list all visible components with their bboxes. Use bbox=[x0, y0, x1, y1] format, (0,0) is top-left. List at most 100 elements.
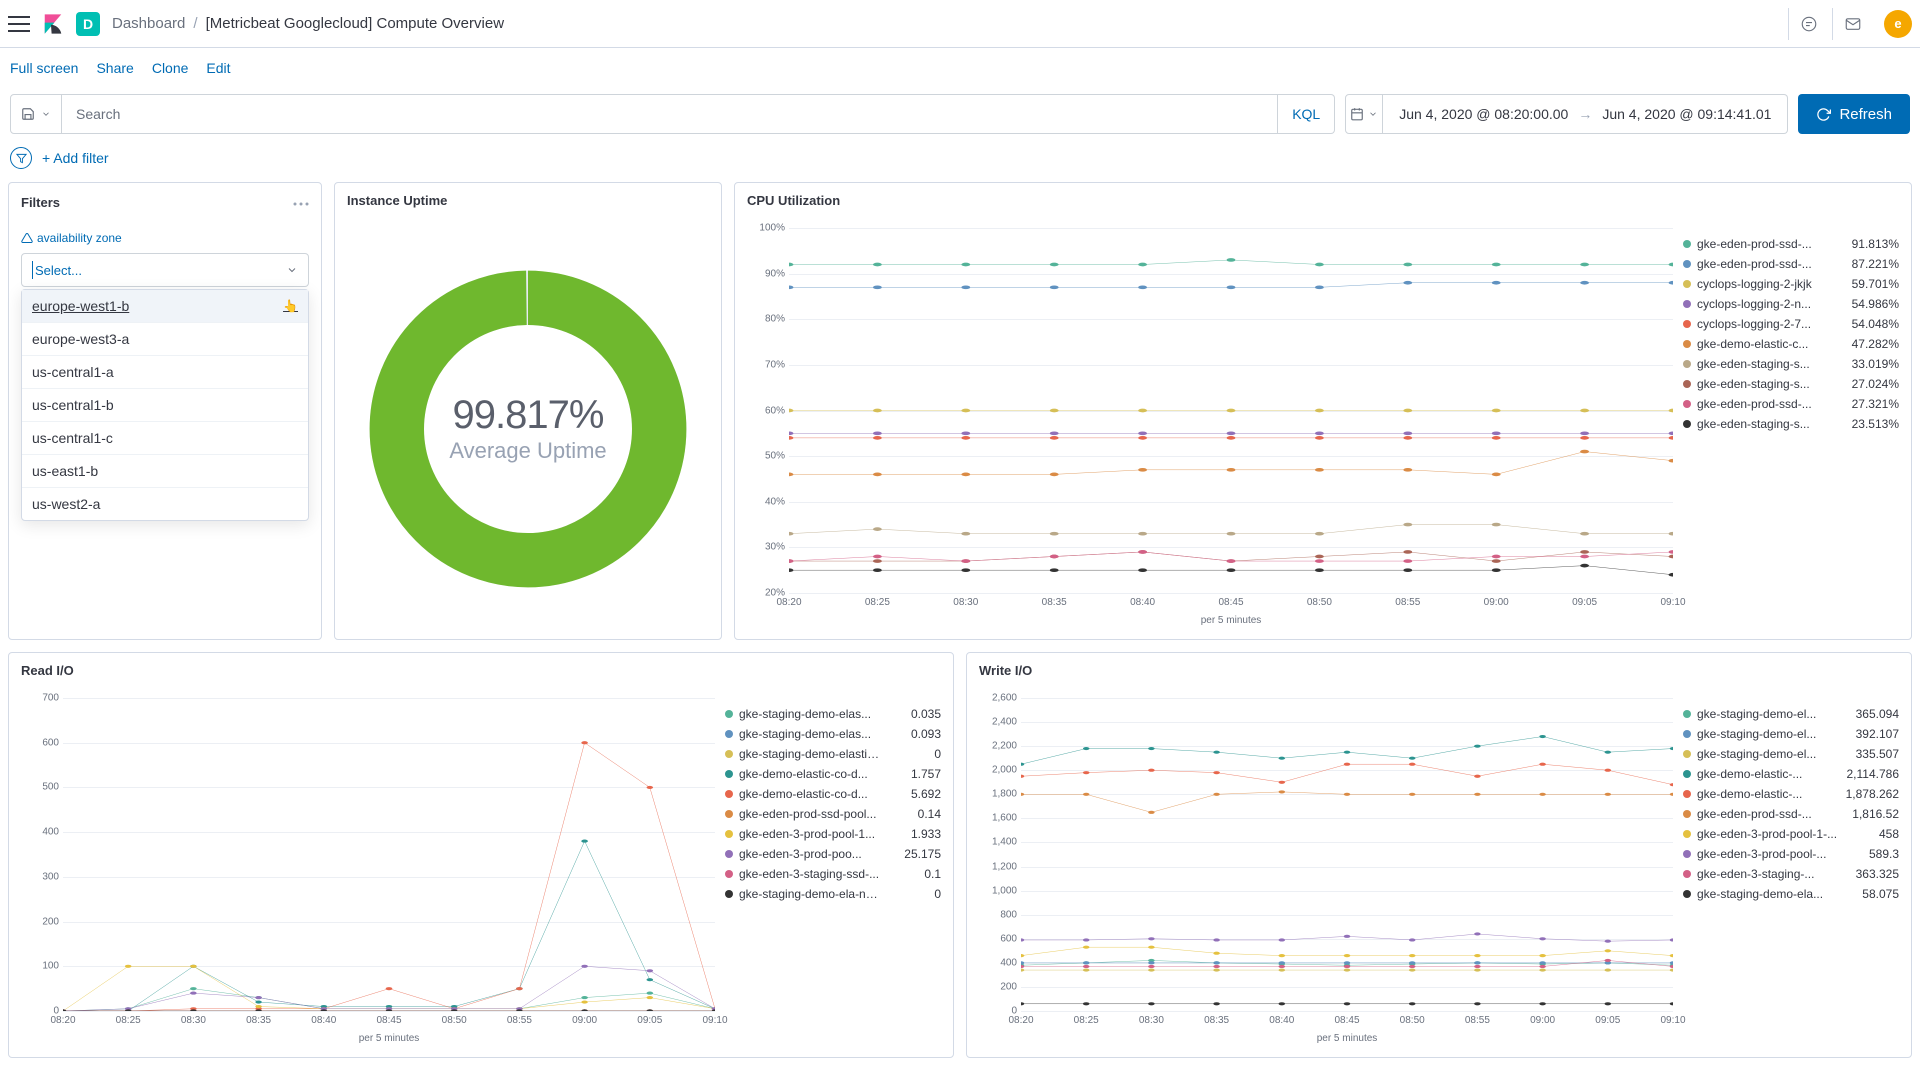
panel-title: Instance Uptime bbox=[347, 193, 447, 208]
legend-item[interactable]: gke-demo-elastic-co-d...5.692 bbox=[725, 784, 941, 804]
legend-item[interactable]: gke-eden-prod-ssd-...91.813% bbox=[1683, 234, 1899, 254]
filters-panel: Filters availability zone Select... euro… bbox=[8, 182, 322, 640]
legend-item[interactable]: gke-staging-demo-elastic-d...0 bbox=[725, 744, 941, 764]
avatar[interactable]: e bbox=[1884, 10, 1912, 38]
dropdown-option[interactable]: europe-west3-a bbox=[22, 323, 308, 356]
clone-link[interactable]: Clone bbox=[152, 60, 189, 76]
legend-dot bbox=[725, 710, 733, 718]
mail-icon[interactable] bbox=[1832, 8, 1872, 40]
legend-item[interactable]: gke-staging-demo-el...335.507 bbox=[1683, 744, 1899, 764]
legend-item[interactable]: gke-staging-demo-elas...0.093 bbox=[725, 724, 941, 744]
legend-dot bbox=[1683, 340, 1691, 348]
legend-item[interactable]: gke-staging-demo-el...365.094 bbox=[1683, 704, 1899, 724]
legend-name: gke-demo-elastic-c... bbox=[1697, 337, 1841, 351]
dropdown-option[interactable]: europe-west1-b 👆 bbox=[22, 290, 308, 323]
panel-options-icon[interactable] bbox=[293, 193, 309, 211]
readio-panel: Read I/O 7006005004003002001000 08:2008:… bbox=[8, 652, 954, 1058]
legend-item[interactable]: gke-demo-elastic-...2,114.786 bbox=[1683, 764, 1899, 784]
legend-item[interactable]: gke-eden-prod-ssd-pool...0.14 bbox=[725, 804, 941, 824]
legend-item[interactable]: gke-eden-prod-ssd-...1,816.52 bbox=[1683, 804, 1899, 824]
add-filter-button[interactable]: + Add filter bbox=[42, 150, 109, 166]
legend-dot bbox=[725, 750, 733, 758]
breadcrumb-root[interactable]: Dashboard bbox=[112, 15, 185, 32]
legend-name: gke-eden-3-staging-... bbox=[1697, 867, 1841, 881]
dropdown-option[interactable]: us-east1-b bbox=[22, 455, 308, 488]
cpu-chart[interactable]: 100%90%80%70%60%50%40%30%20% bbox=[747, 228, 1673, 593]
app-badge[interactable]: D bbox=[76, 12, 100, 36]
dropdown-option[interactable]: us-west2-a bbox=[22, 488, 308, 520]
legend-item[interactable]: gke-staging-demo-ela...58.075 bbox=[1683, 884, 1899, 904]
legend-name: gke-demo-elastic-... bbox=[1697, 787, 1840, 801]
writeio-chart[interactable]: 2,6002,4002,2002,0001,8001,6001,4001,200… bbox=[979, 698, 1673, 1011]
legend-value: 87.221% bbox=[1847, 257, 1899, 271]
chevron-down-icon bbox=[286, 264, 298, 276]
legend-name: gke-eden-3-prod-pool-... bbox=[1697, 847, 1841, 861]
legend-dot bbox=[725, 730, 733, 738]
readio-chart[interactable]: 7006005004003002001000 bbox=[21, 698, 715, 1011]
legend-dot bbox=[1683, 300, 1691, 308]
legend-item[interactable]: gke-staging-demo-ela-nap-...0 bbox=[725, 884, 941, 904]
filter-toggle-icon[interactable] bbox=[10, 147, 32, 169]
legend-dot bbox=[1683, 750, 1691, 758]
legend-name: cyclops-logging-2-7... bbox=[1697, 317, 1841, 331]
share-link[interactable]: Share bbox=[96, 60, 133, 76]
legend-item[interactable]: gke-eden-3-prod-pool-...589.3 bbox=[1683, 844, 1899, 864]
refresh-button[interactable]: Refresh bbox=[1798, 94, 1910, 134]
legend-name: gke-staging-demo-elas... bbox=[739, 727, 883, 741]
calendar-button[interactable] bbox=[1345, 94, 1383, 134]
legend-value: 0 bbox=[889, 747, 941, 761]
date-range[interactable]: Jun 4, 2020 @ 08:20:00.00 → Jun 4, 2020 … bbox=[1383, 94, 1788, 134]
date-to: Jun 4, 2020 @ 09:14:41.01 bbox=[1602, 106, 1771, 122]
legend-dot bbox=[1683, 320, 1691, 328]
legend-item[interactable]: gke-eden-staging-s...33.019% bbox=[1683, 354, 1899, 374]
tag-icon bbox=[21, 232, 33, 244]
legend-item[interactable]: gke-demo-elastic-co-d... 1.757 bbox=[725, 764, 941, 784]
dropdown-option[interactable]: us-central1-a bbox=[22, 356, 308, 389]
legend-name: gke-eden-3-staging-ssd-... bbox=[739, 867, 883, 881]
legend-dot bbox=[725, 850, 733, 858]
legend-name: gke-demo-elastic-co-d... bbox=[739, 767, 883, 781]
legend-value: 1.757 bbox=[889, 767, 941, 781]
legend-value: 0 bbox=[889, 887, 941, 901]
legend-item[interactable]: cyclops-logging-2-n...54.986% bbox=[1683, 294, 1899, 314]
menu-icon[interactable] bbox=[8, 15, 30, 33]
legend-item[interactable]: gke-staging-demo-elas...0.035 bbox=[725, 704, 941, 724]
feedback-icon[interactable] bbox=[1788, 8, 1828, 40]
legend-name: gke-demo-elastic-... bbox=[1697, 767, 1841, 781]
legend-dot bbox=[1683, 810, 1691, 818]
dropdown-option[interactable]: us-central1-c bbox=[22, 422, 308, 455]
legend-item[interactable]: gke-eden-3-prod-pool-1-...458 bbox=[1683, 824, 1899, 844]
kibana-logo-icon[interactable] bbox=[42, 13, 64, 35]
saved-query-button[interactable] bbox=[10, 94, 62, 134]
legend-item[interactable]: gke-staging-demo-el...392.107 bbox=[1683, 724, 1899, 744]
readio-legend: gke-staging-demo-elas...0.035gke-staging… bbox=[725, 698, 941, 1047]
legend-item[interactable]: cyclops-logging-2-jkjk59.701% bbox=[1683, 274, 1899, 294]
legend-item[interactable]: gke-eden-3-prod-pool-1...1.933 bbox=[725, 824, 941, 844]
legend-item[interactable]: cyclops-logging-2-7...54.048% bbox=[1683, 314, 1899, 334]
legend-item[interactable]: gke-eden-staging-s...27.024% bbox=[1683, 374, 1899, 394]
breadcrumb: Dashboard / [Metricbeat Googlecloud] Com… bbox=[112, 15, 504, 32]
fullscreen-link[interactable]: Full screen bbox=[10, 60, 78, 76]
legend-item[interactable]: gke-eden-3-staging-...363.325 bbox=[1683, 864, 1899, 884]
search-input[interactable]: Search bbox=[62, 94, 1278, 134]
legend-name: gke-staging-demo-elas... bbox=[739, 707, 883, 721]
legend-item[interactable]: gke-eden-3-staging-ssd-...0.1 bbox=[725, 864, 941, 884]
legend-item[interactable]: gke-eden-staging-s...23.513% bbox=[1683, 414, 1899, 434]
edit-link[interactable]: Edit bbox=[206, 60, 230, 76]
legend-item[interactable]: gke-demo-elastic-...1,878.262 bbox=[1683, 784, 1899, 804]
date-from: Jun 4, 2020 @ 08:20:00.00 bbox=[1399, 106, 1568, 122]
legend-item[interactable]: gke-demo-elastic-c...47.282% bbox=[1683, 334, 1899, 354]
breadcrumb-separator: / bbox=[193, 15, 197, 32]
legend-item[interactable]: gke-eden-prod-ssd-...87.221% bbox=[1683, 254, 1899, 274]
arrow-icon: → bbox=[1578, 106, 1592, 122]
kql-toggle[interactable]: KQL bbox=[1278, 94, 1335, 134]
legend-value: 27.024% bbox=[1847, 377, 1899, 391]
action-bar: Full screen Share Clone Edit bbox=[0, 48, 1920, 88]
dropdown-option[interactable]: us-central1-b bbox=[22, 389, 308, 422]
legend-item[interactable]: gke-eden-prod-ssd-...27.321% bbox=[1683, 394, 1899, 414]
breadcrumb-current: [Metricbeat Googlecloud] Compute Overvie… bbox=[206, 15, 504, 32]
panel-title: Write I/O bbox=[979, 663, 1032, 678]
legend-name: gke-eden-3-prod-pool-1-... bbox=[1697, 827, 1841, 841]
availability-zone-select[interactable]: Select... bbox=[21, 253, 309, 287]
legend-item[interactable]: gke-eden-3-prod-poo...25.175 bbox=[725, 844, 941, 864]
